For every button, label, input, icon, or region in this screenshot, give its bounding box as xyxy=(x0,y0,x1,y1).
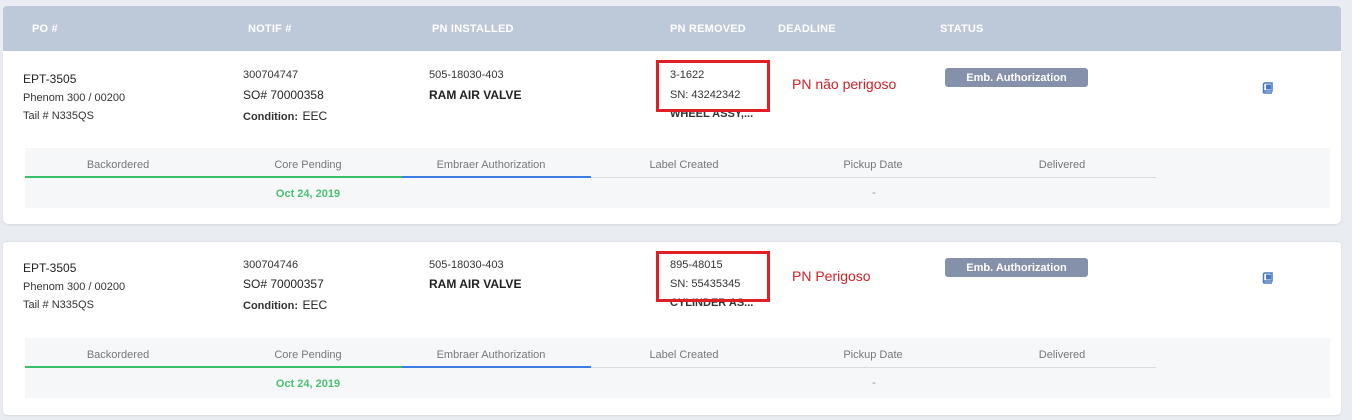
annotation-text: PN Perigoso xyxy=(792,268,871,284)
pickup-date-value: - xyxy=(872,187,876,199)
step-core-pending: Core Pending xyxy=(274,349,342,361)
progress-line-pending xyxy=(591,367,1156,368)
step-embraer-authorization: Embraer Authorization xyxy=(436,159,546,171)
book-icon[interactable] xyxy=(1262,272,1274,284)
table-row[interactable]: EPT-3505 Phenom 300 / 00200 Tail # N335Q… xyxy=(3,241,1341,415)
condition-value: EEC xyxy=(302,298,328,312)
pn-installed: 505-18030-403 xyxy=(429,69,504,81)
po-number: EPT-3505 xyxy=(23,72,77,86)
header-notif[interactable]: NOTIF # xyxy=(248,23,292,35)
step-embraer-authorization: Embraer Authorization xyxy=(436,349,546,361)
status-tracker: Backordered Core Pending Embraer Authori… xyxy=(25,338,1330,398)
progress-line-current xyxy=(402,176,591,178)
notif-number: 300704747 xyxy=(243,69,299,81)
step-pickup-date: Pickup Date xyxy=(843,349,903,361)
step-label-created: Label Created xyxy=(649,349,719,361)
step-label-created: Label Created xyxy=(649,159,719,171)
aircraft-info: Phenom 300 / 00200 xyxy=(23,92,126,104)
step-backordered: Backordered xyxy=(86,349,150,361)
header-pn-installed[interactable]: PN INSTALLED xyxy=(432,23,514,35)
progress-line-current xyxy=(402,366,591,368)
condition-label: Condition: xyxy=(243,300,298,312)
progress-line-complete xyxy=(25,366,402,368)
condition-label: Condition: xyxy=(243,111,298,123)
step-backordered: Backordered xyxy=(86,159,150,171)
status-tracker: Backordered Core Pending Embraer Authori… xyxy=(25,148,1330,208)
step-pickup-date: Pickup Date xyxy=(843,159,903,171)
table-row[interactable]: EPT-3505 Phenom 300 / 00200 Tail # N335Q… xyxy=(3,51,1341,224)
core-pending-date: Oct 24, 2019 xyxy=(275,378,341,390)
status-badge[interactable]: Emb. Authorization xyxy=(945,68,1088,87)
so-number: SO# 70000358 xyxy=(243,88,324,102)
book-icon[interactable] xyxy=(1262,82,1274,94)
highlight-box xyxy=(656,251,770,302)
status-badge[interactable]: Emb. Authorization xyxy=(945,258,1088,277)
header-po[interactable]: PO # xyxy=(32,23,58,35)
so-number: SO# 70000357 xyxy=(243,277,324,291)
step-delivered: Delivered xyxy=(1038,349,1086,361)
tail-number: Tail # N335QS xyxy=(23,299,94,311)
condition: Condition: EEC xyxy=(243,296,327,314)
pickup-date-value: - xyxy=(872,377,876,389)
condition-value: EEC xyxy=(302,109,328,123)
header-pn-removed[interactable]: PN REMOVED xyxy=(670,23,746,35)
annotation-text: PN não perigoso xyxy=(792,76,897,92)
condition: Condition: EEC xyxy=(243,107,327,125)
header-deadline[interactable]: DEADLINE xyxy=(778,23,836,35)
step-core-pending: Core Pending xyxy=(274,159,342,171)
po-number: EPT-3505 xyxy=(23,261,77,275)
step-delivered: Delivered xyxy=(1038,159,1086,171)
table-header: PO # NOTIF # PN INSTALLED PN REMOVED DEA… xyxy=(3,6,1341,51)
aircraft-info: Phenom 300 / 00200 xyxy=(23,281,126,293)
pn-installed: 505-18030-403 xyxy=(429,259,504,271)
tail-number: Tail # N335QS xyxy=(23,110,94,122)
progress-line-pending xyxy=(591,177,1156,178)
highlight-box xyxy=(656,60,770,112)
notif-number: 300704746 xyxy=(243,259,299,271)
pn-installed-desc: RAM AIR VALVE xyxy=(429,277,522,291)
progress-line-complete xyxy=(25,176,402,178)
pn-installed-desc: RAM AIR VALVE xyxy=(429,88,522,102)
header-status[interactable]: STATUS xyxy=(940,23,984,35)
core-pending-date: Oct 24, 2019 xyxy=(275,188,341,200)
